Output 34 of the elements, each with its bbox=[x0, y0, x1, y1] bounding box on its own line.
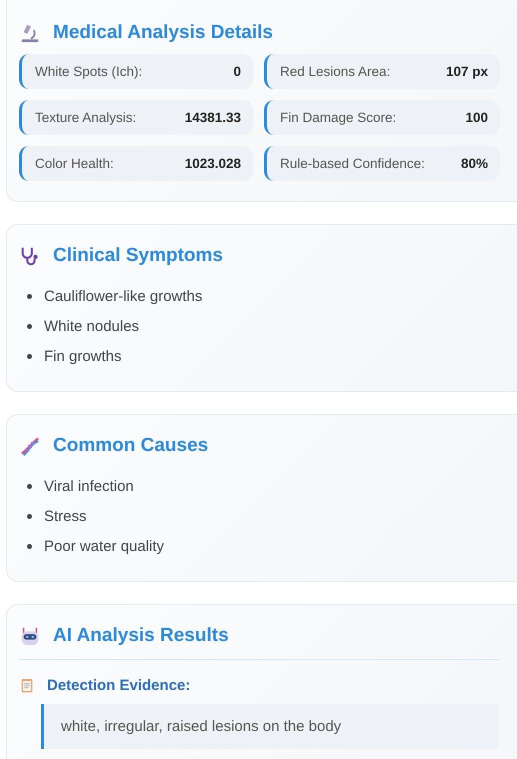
dna-icon bbox=[19, 435, 41, 457]
section-title: AI Analysis Results bbox=[53, 625, 229, 647]
list-item: Stress bbox=[44, 508, 87, 524]
bullet-icon bbox=[27, 294, 32, 298]
metric-value: 107 px bbox=[446, 64, 488, 79]
robot-icon bbox=[19, 625, 41, 647]
subsection-title: Detection Evidence: bbox=[47, 676, 190, 694]
bullet-icon bbox=[27, 514, 32, 518]
metric-label: Color Health: bbox=[35, 156, 114, 171]
list-item: Poor water quality bbox=[44, 538, 164, 554]
metric-value: 1023.028 bbox=[184, 156, 241, 171]
bullet-icon bbox=[27, 484, 32, 488]
metric-label: Red Lesions Area: bbox=[280, 64, 390, 79]
metric-label: Fin Damage Score: bbox=[280, 110, 396, 125]
microscope-icon bbox=[19, 22, 41, 44]
bullet-icon bbox=[27, 354, 32, 358]
section-title: Clinical Symptoms bbox=[53, 245, 223, 267]
list-item: Cauliflower-like growths bbox=[44, 288, 202, 304]
clipboard-icon bbox=[19, 676, 35, 694]
section-title: Medical Analysis Details bbox=[53, 22, 274, 44]
metric-label: Rule-based Confidence: bbox=[280, 156, 425, 171]
bullet-icon bbox=[27, 324, 32, 328]
metric-value: 14381.33 bbox=[184, 110, 241, 125]
metric-label: Texture Analysis: bbox=[35, 110, 136, 125]
list-item: Viral infection bbox=[44, 478, 134, 494]
metric-value: 0 bbox=[233, 64, 241, 79]
metric-value: 100 bbox=[465, 110, 488, 125]
list-item: Fin growths bbox=[44, 348, 122, 364]
metric-label: White Spots (Ich): bbox=[35, 64, 142, 79]
metric-value: 80% bbox=[460, 156, 488, 171]
section-title: Common Causes bbox=[53, 435, 208, 457]
list-item: White nodules bbox=[44, 318, 140, 334]
evidence-text: white, irregular, raised lesions on the body bbox=[61, 718, 342, 735]
bullet-icon bbox=[27, 544, 32, 548]
